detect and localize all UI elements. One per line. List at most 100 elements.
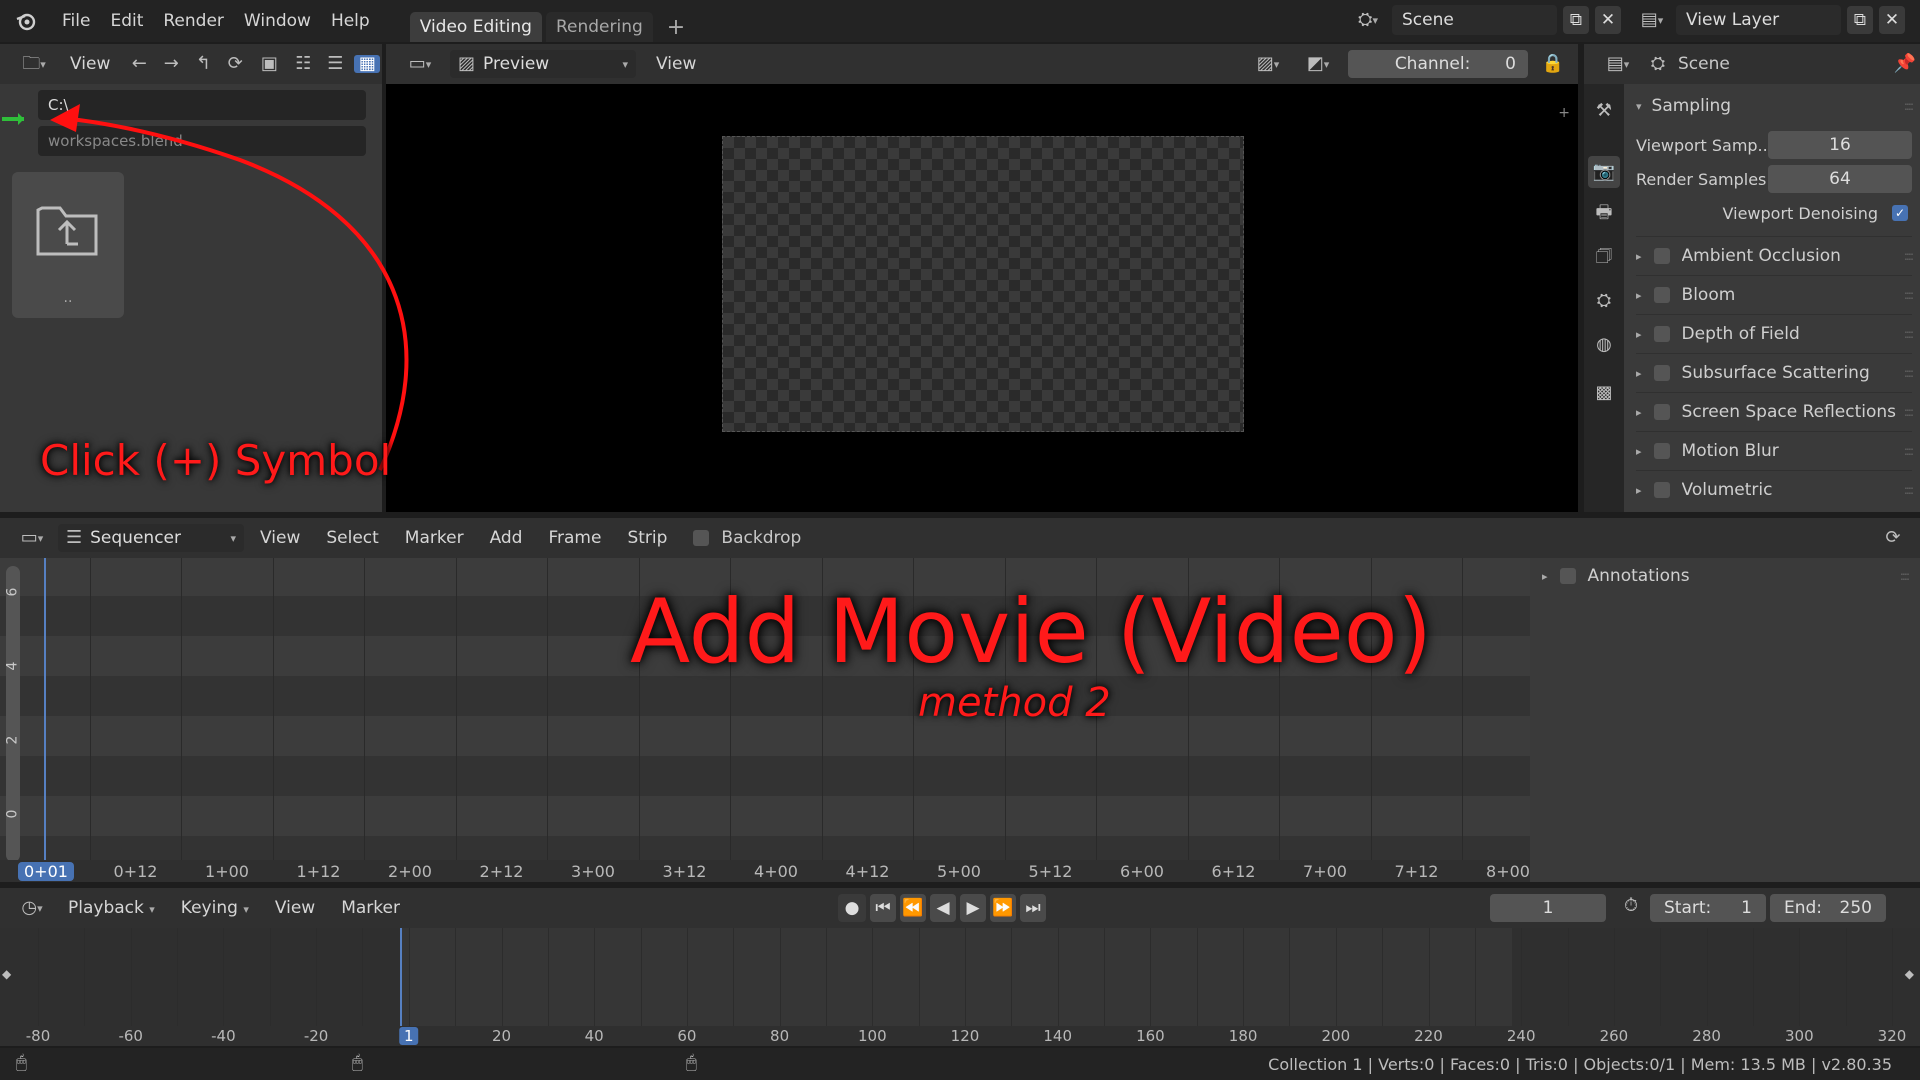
sequencer-menu-marker[interactable]: Marker bbox=[395, 528, 474, 548]
annotations-panel-header[interactable]: ▸ Annotations :::: bbox=[1530, 558, 1920, 594]
channel-field[interactable]: Channel: 0 bbox=[1348, 50, 1528, 78]
jump-keyframe-back-button[interactable]: ⏪ bbox=[900, 894, 926, 922]
drag-grip-icon[interactable]: :::: bbox=[1904, 99, 1914, 113]
texture-tab-icon[interactable]: ▩ bbox=[1592, 384, 1616, 402]
sequencer-menu-frame[interactable]: Frame bbox=[538, 528, 611, 548]
viewport-denoising-checkbox[interactable]: ✓ bbox=[1892, 205, 1908, 221]
display-long-list-icon[interactable]: ☰ bbox=[322, 55, 348, 73]
filebrowser-view-menu[interactable]: View bbox=[60, 54, 120, 74]
menu-render[interactable]: Render bbox=[153, 11, 234, 31]
display-short-list-icon[interactable]: ☷ bbox=[290, 55, 316, 73]
drag-grip-icon[interactable]: :::: bbox=[1900, 569, 1910, 583]
sampling-panel-header[interactable]: ▾ Sampling :::: bbox=[1636, 84, 1914, 128]
parent-dir-icon[interactable]: ↰ bbox=[190, 55, 216, 73]
properties-subpanel[interactable]: ▸ Ambient Occlusion:::: bbox=[1636, 236, 1914, 275]
viewport-samples-field[interactable]: 16 bbox=[1768, 131, 1912, 159]
scene-tab-icon[interactable]: ⛭ bbox=[1592, 292, 1616, 310]
subpanel-enable-checkbox[interactable] bbox=[1653, 326, 1670, 342]
timeline-menu-keying[interactable]: Keying ▾ bbox=[171, 898, 259, 918]
editor-type-sequencer-icon[interactable]: ▭ ▾ bbox=[400, 55, 440, 73]
editor-type-properties-icon[interactable]: ▤ ▾ bbox=[1598, 55, 1638, 73]
subpanel-enable-checkbox[interactable] bbox=[1653, 404, 1670, 420]
directory-path-field[interactable]: C:\ bbox=[38, 90, 366, 120]
timeline-ruler[interactable]: -80 -60 -40 -20 1 20 40 60 80 100 120 140 160 180 200 2… bbox=[0, 1026, 1920, 1046]
sequencer-menu-strip[interactable]: Strip bbox=[617, 528, 677, 548]
jump-keyframe-forward-button[interactable]: ⏩ bbox=[990, 894, 1016, 922]
drag-grip-icon[interactable]: :::: bbox=[1904, 366, 1914, 380]
scene-copy-button[interactable]: ⧉ bbox=[1563, 6, 1589, 34]
tab-rendering[interactable]: Rendering bbox=[545, 12, 653, 42]
overlay-icon[interactable]: ◩ ▾ bbox=[1298, 55, 1338, 73]
drag-grip-icon[interactable]: :::: bbox=[1904, 405, 1914, 419]
tab-video-editing[interactable]: Video Editing bbox=[409, 12, 542, 42]
editor-type-timeline-icon[interactable]: ◷ ▾ bbox=[12, 899, 52, 917]
drag-grip-icon[interactable]: :::: bbox=[1904, 483, 1914, 497]
sequencer-menu-add[interactable]: Add bbox=[480, 528, 533, 548]
add-workspace-button[interactable]: + bbox=[657, 12, 695, 42]
preview-view-menu[interactable]: View bbox=[646, 54, 706, 74]
timeline-left-arrow-icon[interactable]: ◆ bbox=[2, 968, 11, 980]
forward-arrow-icon[interactable]: → bbox=[158, 55, 184, 73]
tool-tab-icon[interactable]: ⚒ bbox=[1592, 102, 1616, 120]
world-tab-icon[interactable]: ◍ bbox=[1592, 336, 1616, 354]
menu-help[interactable]: Help bbox=[321, 11, 380, 31]
record-button[interactable]: ● bbox=[838, 894, 866, 922]
refresh-icon[interactable]: ⟳ bbox=[222, 55, 248, 73]
properties-subpanel[interactable]: ▸ Screen Space Reflections:::: bbox=[1636, 392, 1914, 431]
render-samples-field[interactable]: 64 bbox=[1768, 165, 1912, 193]
parent-folder-thumbnail[interactable]: .. bbox=[12, 172, 124, 318]
stopwatch-icon[interactable]: ⏱ bbox=[1618, 897, 1644, 915]
subpanel-enable-checkbox[interactable] bbox=[1653, 443, 1670, 459]
backdrop-checkbox[interactable] bbox=[693, 530, 710, 546]
preview-canvas[interactable]: + bbox=[386, 84, 1578, 512]
timeline-playhead[interactable] bbox=[400, 928, 402, 1026]
scene-close-button[interactable]: ✕ bbox=[1595, 6, 1621, 34]
view-layer-icon[interactable]: ▤ ▾ bbox=[1634, 11, 1670, 29]
view-layer-close-button[interactable]: ✕ bbox=[1879, 6, 1905, 34]
play-button[interactable]: ▶ bbox=[960, 894, 986, 922]
sequencer-playhead[interactable] bbox=[44, 558, 46, 860]
sequencer-menu-select[interactable]: Select bbox=[316, 528, 388, 548]
play-reverse-button[interactable]: ◀ bbox=[930, 894, 956, 922]
view-layer-copy-button[interactable]: ⧉ bbox=[1847, 6, 1873, 34]
properties-subpanel[interactable]: ▸ Subsurface Scattering:::: bbox=[1636, 353, 1914, 392]
scene-name-field[interactable]: Scene bbox=[1392, 5, 1557, 35]
drag-grip-icon[interactable]: :::: bbox=[1904, 327, 1914, 341]
blender-logo-icon[interactable] bbox=[6, 10, 46, 32]
sidebar-toggle-plus-icon[interactable]: + bbox=[1558, 106, 1570, 120]
end-frame-field[interactable]: End: 250 bbox=[1770, 894, 1886, 922]
start-frame-field[interactable]: Start: 1 bbox=[1650, 894, 1766, 922]
editor-type-sequencer-icon-2[interactable]: ▭ ▾ bbox=[12, 529, 52, 547]
render-tab-icon[interactable]: 📷 bbox=[1588, 156, 1620, 188]
menu-edit[interactable]: Edit bbox=[100, 11, 153, 31]
drag-grip-icon[interactable]: :::: bbox=[1904, 249, 1914, 263]
menu-file[interactable]: File bbox=[52, 11, 100, 31]
timeline-menu-playback[interactable]: Playback ▾ bbox=[58, 898, 165, 918]
display-mode-icon[interactable]: ▨ ▾ bbox=[1248, 55, 1288, 73]
timeline-menu-marker[interactable]: Marker bbox=[331, 898, 410, 918]
pin-icon[interactable]: 📌 bbox=[1890, 55, 1920, 73]
drag-handle-icon[interactable] bbox=[2, 110, 24, 125]
sequencer-menu-view[interactable]: View bbox=[250, 528, 310, 548]
properties-subpanel[interactable]: ▸ Depth of Field:::: bbox=[1636, 314, 1914, 353]
timeline-right-arrow-icon[interactable]: ◆ bbox=[1905, 968, 1914, 980]
scene-icon[interactable]: ⛭ ▾ bbox=[1350, 11, 1386, 29]
view-layer-field[interactable]: View Layer bbox=[1676, 5, 1841, 35]
back-arrow-icon[interactable]: ← bbox=[126, 55, 152, 73]
filename-field[interactable]: workspaces.blend bbox=[38, 126, 366, 156]
timeline-canvas[interactable]: ◆ ◆ bbox=[0, 928, 1920, 1026]
editor-type-folder-icon[interactable]: 🗀 ▾ bbox=[14, 55, 54, 73]
lock-icon[interactable]: 🔒 bbox=[1538, 55, 1568, 73]
viewport-denoising-row[interactable]: Viewport Denoising ✓ bbox=[1636, 196, 1912, 230]
properties-subpanel[interactable]: ▸ Motion Blur:::: bbox=[1636, 431, 1914, 470]
sequencer-time-ruler[interactable]: 0+01 0+12 1+00 1+12 2+00 2+12 3+00 3+12 4+00 4+12… bbox=[0, 860, 1530, 882]
current-frame-field[interactable]: 1 bbox=[1490, 894, 1606, 922]
preview-mode-dropdown[interactable]: ▨ Preview ▾ bbox=[450, 50, 636, 78]
output-tab-icon[interactable]: 🖶 bbox=[1592, 204, 1616, 222]
menu-window[interactable]: Window bbox=[234, 11, 321, 31]
jump-start-button[interactable]: ⏮ bbox=[870, 894, 896, 922]
view-layer-tab-icon[interactable]: 🗇 bbox=[1592, 248, 1616, 266]
drag-grip-icon[interactable]: :::: bbox=[1904, 444, 1914, 458]
display-thumbnails-icon[interactable]: ▦ bbox=[354, 55, 381, 73]
subpanel-enable-checkbox[interactable] bbox=[1653, 287, 1670, 303]
